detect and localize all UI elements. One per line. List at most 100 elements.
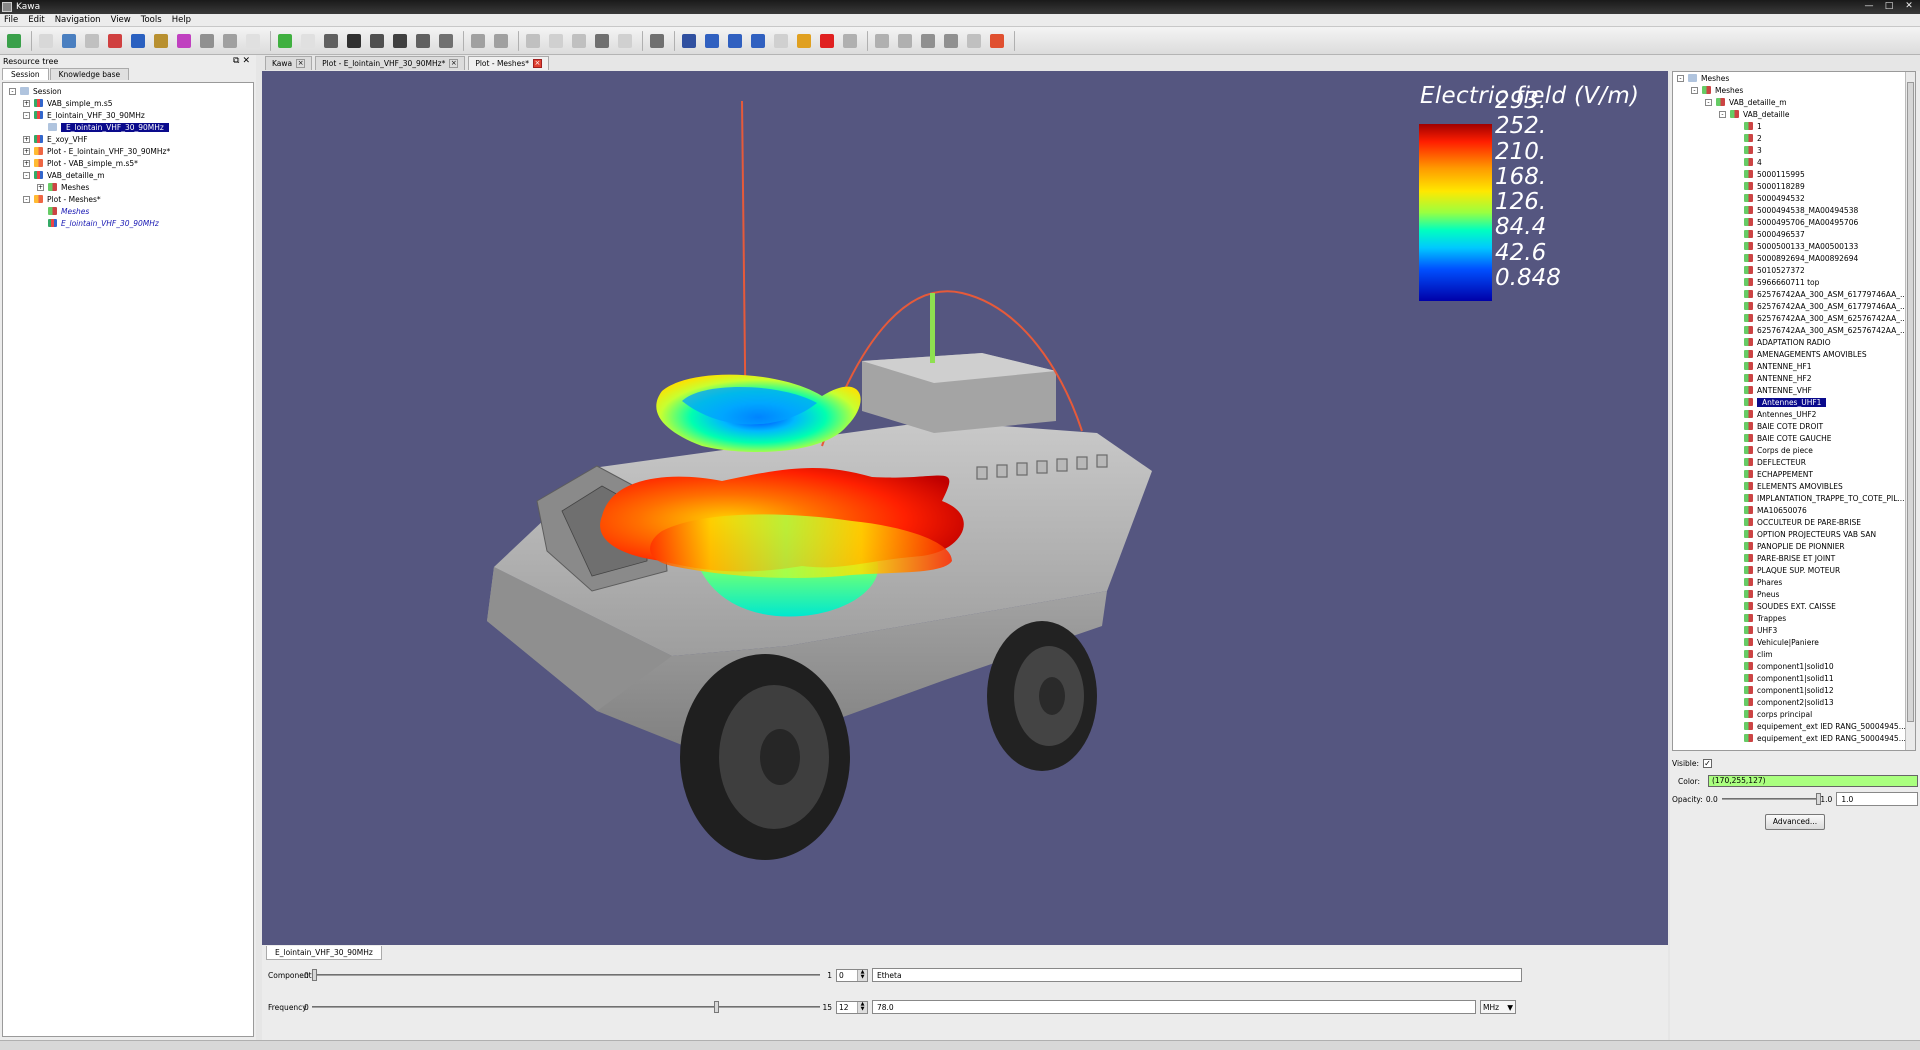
tree-item[interactable]: clim	[1673, 648, 1915, 660]
tree-item[interactable]: BAIE COTE GAUCHE	[1673, 432, 1915, 444]
document-tab[interactable]: Kawa ×	[265, 56, 313, 70]
frequency-spinbox[interactable]: 12 ▲ ▼	[836, 1000, 868, 1014]
visible-checkbox[interactable]: ✓	[1703, 758, 1713, 768]
collapse-icon[interactable]: -	[1719, 110, 1726, 118]
menu-tools[interactable]: Tools	[141, 15, 162, 25]
tree-item[interactable]: 5000494532	[1673, 192, 1915, 204]
tree-item[interactable]: Trappes	[1673, 612, 1915, 624]
tree-item[interactable]: Phares	[1673, 576, 1915, 588]
menu-help[interactable]: Help	[172, 15, 191, 25]
frame-icon[interactable]	[771, 31, 791, 51]
tree-item[interactable]: DEFLECTEUR	[1673, 456, 1915, 468]
tree-item[interactable]: + VAB_simple_m.s5	[3, 97, 253, 109]
spin-arrows-icon[interactable]: ▲ ▼	[857, 1001, 867, 1013]
tree-item[interactable]: - Session	[3, 85, 253, 97]
zoom-in-icon[interactable]	[702, 31, 722, 51]
panel-close-icon[interactable]: ✕	[242, 56, 253, 66]
spin-arrows-icon[interactable]: ▲ ▼	[857, 969, 867, 981]
tree-item[interactable]: - Plot - Meshes*	[3, 193, 253, 205]
tree-item[interactable]: - Meshes	[1673, 72, 1915, 84]
tree-item[interactable]: 5966660711 top	[1673, 276, 1915, 288]
document-tab[interactable]: Plot - Meshes* ×	[468, 56, 549, 70]
tree-item[interactable]: - VAB_detaille_m	[1673, 96, 1915, 108]
tab-close-icon[interactable]: ×	[532, 59, 542, 68]
component-spinbox[interactable]: 0 ▲ ▼	[836, 968, 868, 982]
save-as-icon[interactable]	[367, 31, 387, 51]
tab-session[interactable]: Session	[2, 68, 49, 80]
tree-item[interactable]: - VAB_detaille_m	[3, 169, 253, 181]
undo-icon[interactable]	[468, 31, 488, 51]
expand-icon[interactable]: +	[23, 147, 30, 155]
open-icon[interactable]	[36, 31, 56, 51]
collapse-icon[interactable]: -	[1677, 74, 1684, 82]
frequency-slider[interactable]	[312, 999, 820, 1015]
tree-item[interactable]: Pneus	[1673, 588, 1915, 600]
expand-icon[interactable]: +	[37, 183, 44, 191]
measure-icon[interactable]	[679, 31, 699, 51]
tree-item[interactable]: + Plot - VAB_simple_m.s5*	[3, 157, 253, 169]
tree-item[interactable]: Meshes	[3, 205, 253, 217]
tree-item[interactable]: 5010527372	[1673, 264, 1915, 276]
save-all-icon[interactable]	[390, 31, 410, 51]
tree-item[interactable]: 2	[1673, 132, 1915, 144]
opacity-slider[interactable]	[1721, 791, 1821, 807]
tree-item[interactable]: ANTENNE_HF1	[1673, 360, 1915, 372]
tree-item[interactable]: Antennes_UHF2	[1673, 408, 1915, 420]
image-icon[interactable]	[82, 31, 102, 51]
frequency-value-field[interactable]: 78.0	[872, 1000, 1476, 1014]
menu-view[interactable]: View	[111, 15, 131, 25]
download-icon[interactable]	[275, 31, 295, 51]
tree-item[interactable]: component1|solid12	[1673, 684, 1915, 696]
tree-item[interactable]: ANTENNE_VHF	[1673, 384, 1915, 396]
tree-item[interactable]: 4	[1673, 156, 1915, 168]
tree-item[interactable]: PANOPLIE DE PIONNIER	[1673, 540, 1915, 552]
tree-item[interactable]: BAIE COTE DROIT	[1673, 420, 1915, 432]
maximize-icon[interactable]: □	[1882, 1, 1896, 12]
color-field[interactable]: (170,255,127)	[1707, 775, 1918, 787]
tree-item[interactable]: ANTENNE_HF2	[1673, 372, 1915, 384]
paste-icon[interactable]	[569, 31, 589, 51]
layers-icon[interactable]	[840, 31, 860, 51]
import-mesh-icon[interactable]	[59, 31, 79, 51]
tree-item[interactable]: 5000494538_MA00494538	[1673, 204, 1915, 216]
tree-item[interactable]: corps principal	[1673, 708, 1915, 720]
tree-item[interactable]: ADAPTATION RADIO	[1673, 336, 1915, 348]
binoculars-icon[interactable]	[794, 31, 814, 51]
tree-item[interactable]: 62576742AA_300_ASM_61779746AA_...	[1673, 300, 1915, 312]
tab-dataset[interactable]: E_lointain_VHF_30_90MHz	[266, 946, 382, 960]
pdf-icon[interactable]	[105, 31, 125, 51]
plot-icon[interactable]	[174, 31, 194, 51]
delete-icon[interactable]	[321, 31, 341, 51]
up-icon[interactable]	[895, 31, 915, 51]
tree-item[interactable]: Corps de piece	[1673, 444, 1915, 456]
expand-icon[interactable]: +	[23, 159, 30, 167]
tree-item[interactable]: OPTION PROJECTEURS VAB SAN	[1673, 528, 1915, 540]
tree-item[interactable]: 1	[1673, 120, 1915, 132]
collapse-icon[interactable]: -	[23, 111, 30, 119]
tree-item[interactable]: IMPLANTATION_TRAPPE_TO_COTE_PIL...	[1673, 492, 1915, 504]
component-slider[interactable]	[312, 967, 820, 983]
tab-close-icon[interactable]: ×	[449, 59, 459, 68]
tree-item[interactable]: 62576742AA_300_ASM_61779746AA_...	[1673, 288, 1915, 300]
save-copy-icon[interactable]	[413, 31, 433, 51]
component-slider-handle[interactable]	[312, 969, 317, 981]
tree-item[interactable]: 62576742AA_300_ASM_62576742AA_...	[1673, 324, 1915, 336]
menu-navigation[interactable]: Navigation	[55, 15, 101, 25]
tree-item[interactable]: equipement_ext IED RANG_50004945...	[1673, 720, 1915, 732]
tree-item[interactable]: component1|solid10	[1673, 660, 1915, 672]
database-icon[interactable]	[197, 31, 217, 51]
page-icon[interactable]	[243, 31, 263, 51]
tree-item[interactable]: Antennes_UHF1	[1673, 396, 1915, 408]
resource-tree[interactable]: - Session + VAB_simple_m.s5 - E_lointain_VHF_…	[2, 82, 254, 1037]
help-lifebuoy-icon[interactable]	[987, 31, 1007, 51]
collapse-icon[interactable]: -	[23, 195, 30, 203]
tree-item[interactable]: 3	[1673, 144, 1915, 156]
tree-item[interactable]: OCCULTEUR DE PARE-BRISE	[1673, 516, 1915, 528]
mesh-tree[interactable]: - Meshes - Meshes - VAB_detaille_m - VAB_detail…	[1672, 71, 1916, 751]
tree-item[interactable]: E_lointain_VHF_30_90MHz	[3, 217, 253, 229]
minimize-icon[interactable]: —	[1862, 1, 1876, 12]
tree-item[interactable]: component2|solid13	[1673, 696, 1915, 708]
home-view-icon[interactable]	[647, 31, 667, 51]
tree-item[interactable]: 5000892694_MA00892694	[1673, 252, 1915, 264]
tree-item[interactable]: 5000495706_MA00495706	[1673, 216, 1915, 228]
